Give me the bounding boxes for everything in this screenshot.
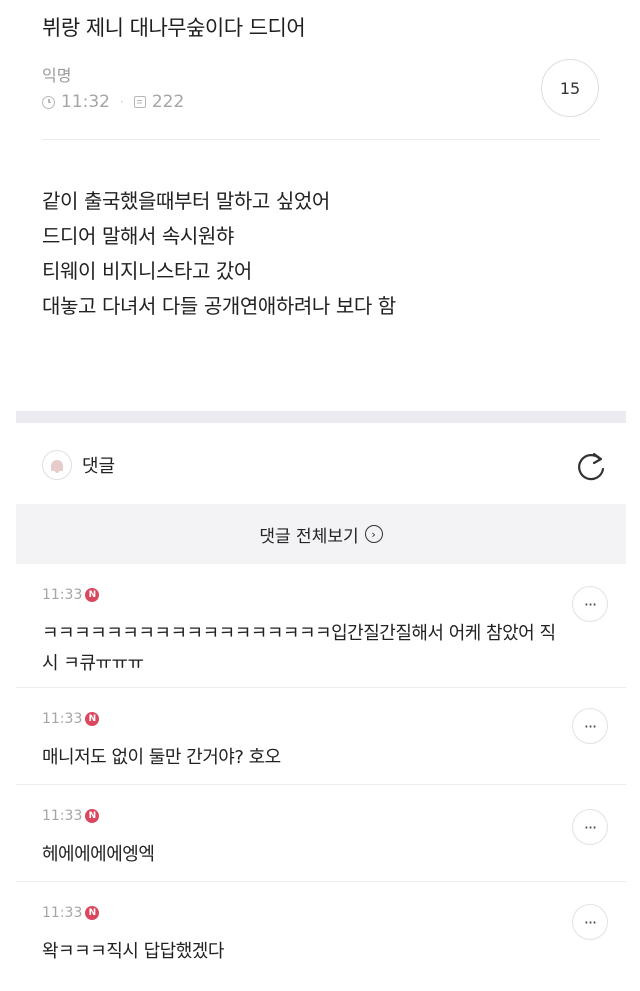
more-options-button[interactable]: ···: [572, 809, 608, 845]
comment-time: 11:33 N: [42, 587, 100, 603]
post-time: 11:32: [61, 92, 110, 112]
refresh-icon[interactable]: [575, 450, 607, 484]
comments-label: 댓글: [82, 456, 116, 477]
comment-time: 11:33 N: [42, 905, 100, 921]
clock-icon: [42, 95, 55, 109]
comment-item: 11:33 N 헤에에에에엥엑 ···: [16, 785, 626, 882]
notification-toggle[interactable]: [42, 450, 72, 480]
comment-item: 11:33 N 매니저도 없이 둘만 간거야? 호오 ···: [16, 688, 626, 785]
view-all-label: 댓글 전체보기: [259, 526, 359, 547]
post-body-line: 티웨이 비지니스타고 갔어: [42, 259, 252, 283]
comment-text: ㅋㅋㅋㅋㅋㅋㅋㅋㅋㅋㅋㅋㅋㅋㅋㅋㅋㅋ입간질간질해서 어케 참았어 직시 ㅋ큐ㅠㅠ…: [42, 623, 556, 674]
post-body-line: 드디어 말해서 속시원햐: [42, 224, 234, 248]
new-badge: N: [85, 588, 100, 602]
comment-time-text: 11:33: [42, 711, 83, 727]
new-badge: N: [85, 906, 100, 920]
comment-text: 왁ㅋㅋㅋ직시 답답했겠다: [42, 941, 224, 962]
comment-time-text: 11:33: [42, 905, 83, 921]
comment-text: 매니저도 없이 둘만 간거야? 호오: [42, 747, 281, 768]
post-body-line: 같이 출국했을때부터 말하고 싶었어: [42, 189, 330, 213]
post-body: 같이 출국했을때부터 말하고 싶었어 드디어 말해서 속시원햐 티웨이 비지니스…: [42, 184, 396, 324]
more-options-button[interactable]: ···: [572, 904, 608, 940]
comment-count-button[interactable]: 15: [541, 59, 599, 117]
chevron-right-circle-icon: ›: [364, 525, 383, 543]
comment-time: 11:33 N: [42, 808, 100, 824]
divider: [42, 139, 600, 140]
comment-item: 11:33 N 왁ㅋㅋㅋ직시 답답했겠다 ···: [16, 882, 626, 991]
comment-item: 11:33 N ㅋㅋㅋㅋㅋㅋㅋㅋㅋㅋㅋㅋㅋㅋㅋㅋㅋㅋ입간질간질해서 어케 참았어…: [16, 564, 626, 688]
comment-time: 11:33 N: [42, 711, 100, 727]
more-options-button[interactable]: ···: [572, 586, 608, 622]
view-count: 222: [151, 92, 185, 112]
view-all-comments-button[interactable]: 댓글 전체보기 ›: [16, 504, 626, 564]
comment-text: 헤에에에에엥엑: [42, 844, 155, 865]
comment-time-text: 11:33: [42, 808, 83, 824]
comment-list: 11:33 N ㅋㅋㅋㅋㅋㅋㅋㅋㅋㅋㅋㅋㅋㅋㅋㅋㅋㅋ입간질간질해서 어케 참았어…: [16, 564, 626, 991]
post-meta: 11:32 · 222: [42, 92, 184, 112]
new-badge: N: [85, 809, 100, 823]
post-title: 뷔랑 제니 대나무숲이다 드디어: [42, 16, 306, 40]
post-body-line: 대놓고 다녀서 다들 공개연애하려나 보다 함: [42, 294, 396, 318]
comment-time-text: 11:33: [42, 587, 83, 603]
section-divider: [16, 411, 626, 423]
new-badge: N: [85, 712, 100, 726]
author-name: 익명: [42, 66, 72, 85]
bell-icon: [51, 459, 63, 473]
more-options-button[interactable]: ···: [572, 708, 608, 744]
comment-header: 댓글: [42, 450, 115, 480]
meta-separator: ·: [120, 95, 124, 109]
views-icon: [133, 96, 146, 108]
